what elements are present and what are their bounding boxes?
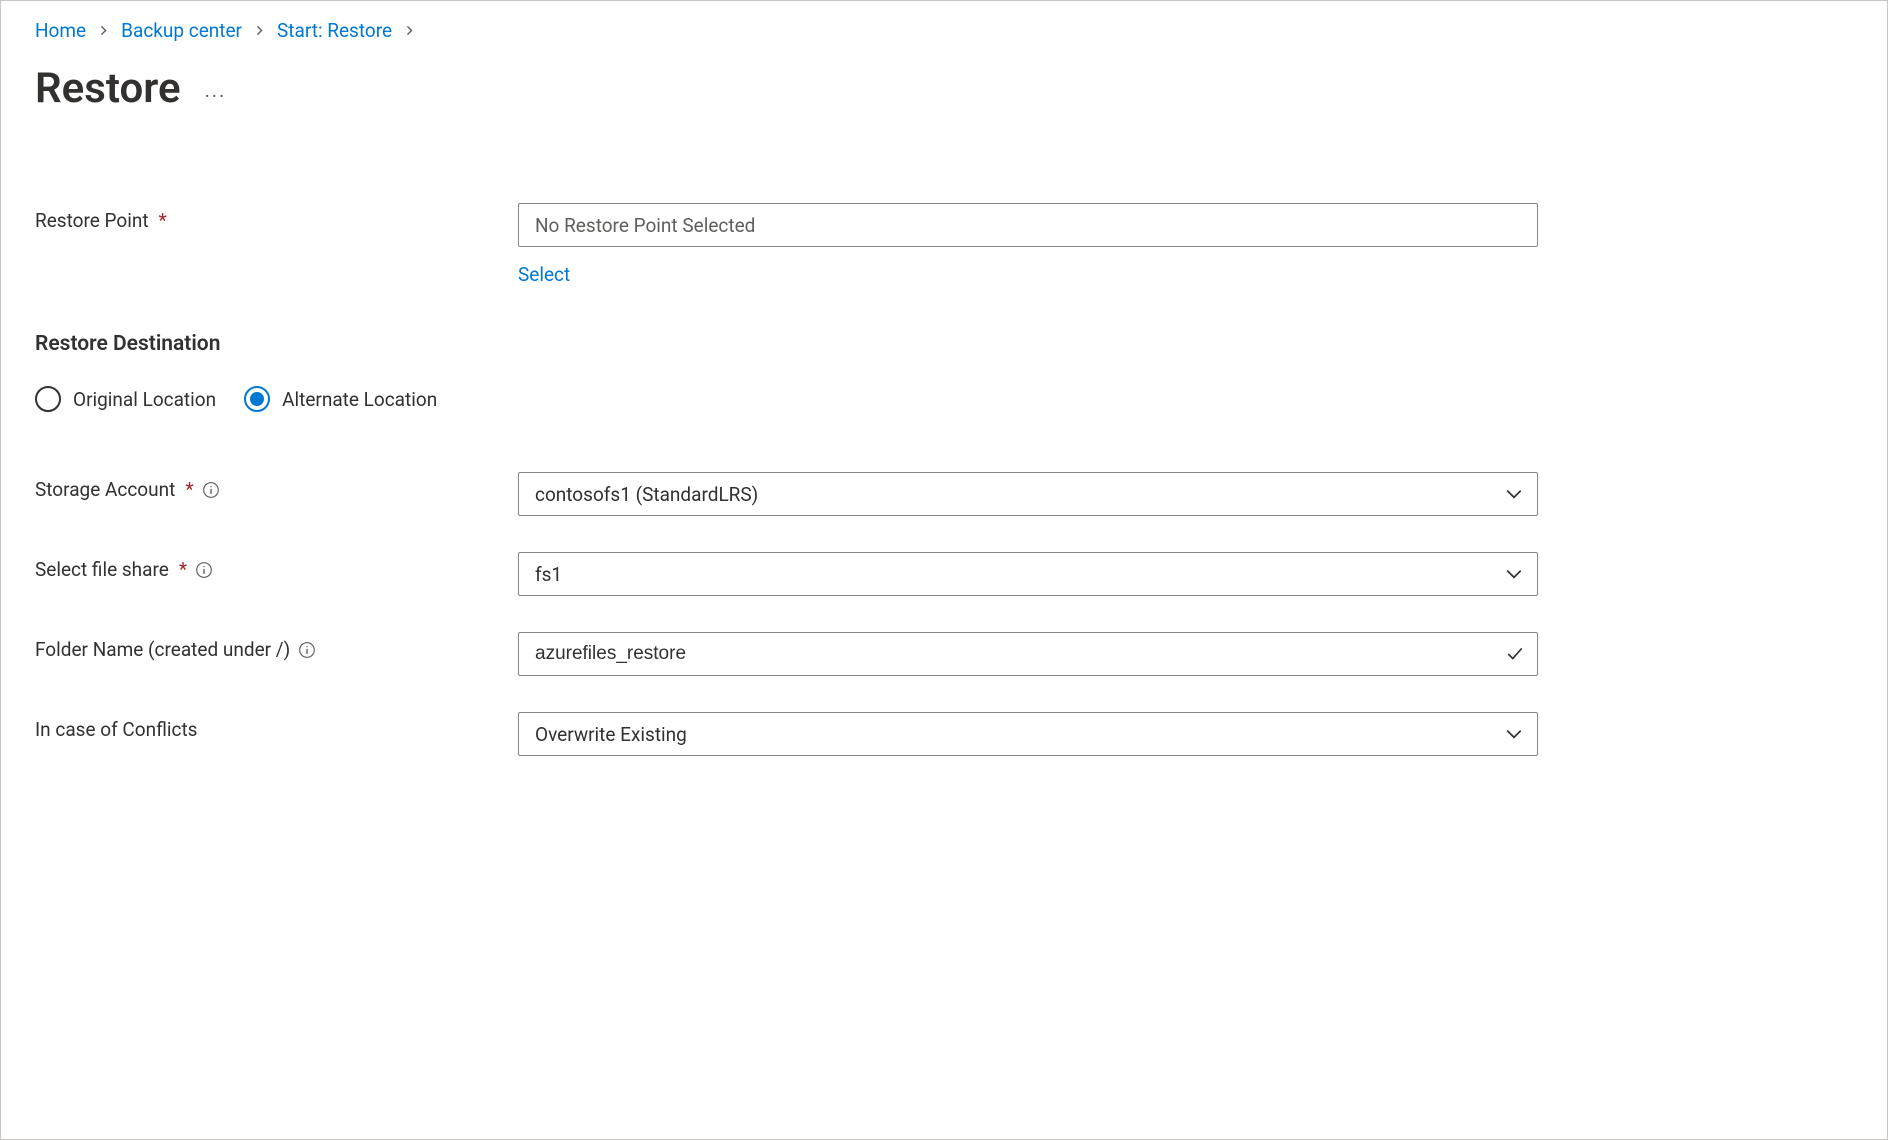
chevron-down-icon: [1505, 565, 1523, 583]
chevron-down-icon: [1505, 725, 1523, 743]
radio-original-location[interactable]: Original Location: [35, 386, 216, 412]
conflicts-label: In case of Conflicts: [35, 718, 197, 741]
required-indicator: *: [179, 558, 187, 581]
radio-alternate-label: Alternate Location: [282, 388, 437, 411]
more-actions-button[interactable]: ···: [205, 84, 227, 108]
page-title: Restore: [35, 64, 181, 113]
radio-original-label: Original Location: [73, 388, 216, 411]
breadcrumb-link-start-restore[interactable]: Start: Restore: [277, 19, 392, 42]
select-restore-point-link[interactable]: Select: [518, 263, 1538, 286]
info-icon[interactable]: [298, 641, 316, 659]
restore-point-input[interactable]: No Restore Point Selected: [518, 203, 1538, 247]
radio-dot-icon: [250, 392, 264, 406]
restore-point-label: Restore Point: [35, 209, 149, 232]
file-share-value: fs1: [535, 563, 562, 586]
restore-destination-radio-group: Original Location Alternate Location: [35, 386, 1555, 412]
conflicts-select[interactable]: Overwrite Existing: [518, 712, 1538, 756]
folder-name-input[interactable]: [518, 632, 1538, 676]
chevron-right-icon: [404, 25, 415, 36]
breadcrumb-link-home[interactable]: Home: [35, 19, 86, 42]
restore-destination-header: Restore Destination: [35, 332, 1555, 356]
info-icon[interactable]: [195, 561, 213, 579]
breadcrumb-link-backup-center[interactable]: Backup center: [121, 19, 242, 42]
radio-alternate-location[interactable]: Alternate Location: [244, 386, 437, 412]
folder-name-label: Folder Name (created under /): [35, 638, 290, 661]
storage-account-value: contosofs1 (StandardLRS): [535, 483, 758, 506]
breadcrumb: Home Backup center Start: Restore: [35, 19, 1867, 42]
radio-icon: [35, 386, 61, 412]
file-share-select[interactable]: fs1: [518, 552, 1538, 596]
conflicts-value: Overwrite Existing: [535, 723, 687, 746]
chevron-right-icon: [254, 25, 265, 36]
chevron-down-icon: [1505, 485, 1523, 503]
file-share-label: Select file share: [35, 558, 169, 581]
restore-point-value: No Restore Point Selected: [535, 214, 755, 237]
required-indicator: *: [159, 209, 167, 232]
required-indicator: *: [185, 478, 193, 501]
radio-icon: [244, 386, 270, 412]
chevron-right-icon: [98, 25, 109, 36]
info-icon[interactable]: [202, 481, 220, 499]
storage-account-select[interactable]: contosofs1 (StandardLRS): [518, 472, 1538, 516]
storage-account-label: Storage Account: [35, 478, 175, 501]
